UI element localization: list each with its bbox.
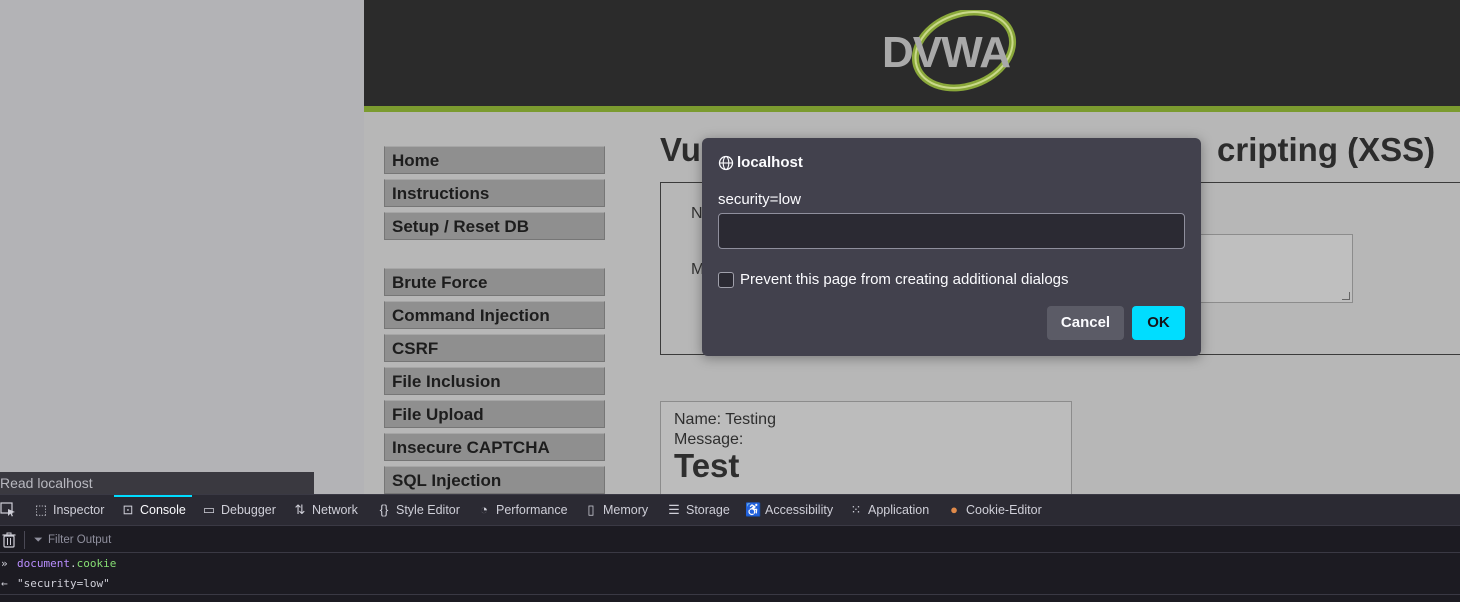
- menu-item-file-upload[interactable]: File Upload: [384, 400, 605, 428]
- style-editor-icon: {}: [379, 502, 389, 517]
- tab-accessibility[interactable]: ♿ Accessibility: [745, 495, 833, 526]
- page-title-start: Vu: [660, 131, 701, 168]
- console-filter-bar: ⏷ Filter Output: [0, 527, 1460, 553]
- tab-console-label: Console: [140, 503, 186, 517]
- tab-debugger-label: Debugger: [221, 503, 276, 517]
- network-icon: ⇅: [294, 502, 306, 517]
- cancel-button[interactable]: Cancel: [1047, 306, 1124, 340]
- debugger-icon: ▭: [202, 502, 216, 517]
- menu-item-instructions[interactable]: Instructions: [384, 179, 605, 207]
- prompt-dialog: localhost security=low Prevent this page…: [702, 138, 1201, 356]
- menu-item-brute-force[interactable]: Brute Force: [384, 268, 605, 296]
- console-input-property: cookie: [76, 557, 117, 570]
- cookie-icon: ●: [950, 502, 958, 517]
- result-arrow-icon: ←: [1, 577, 8, 590]
- menu-item-setup-reset-db[interactable]: Setup / Reset DB: [384, 212, 605, 240]
- console-icon: ⊡: [122, 502, 134, 517]
- left-blank-pane: [0, 0, 364, 494]
- menu-group-vulnerabilities: Brute Force Command Injection CSRF File …: [384, 268, 605, 494]
- menu-group-main: Home Instructions Setup / Reset DB: [384, 146, 605, 245]
- console-input-dot: .: [69, 557, 77, 570]
- tab-application[interactable]: ⁙ Application: [848, 495, 930, 526]
- status-tooltip: Read localhost: [0, 472, 314, 494]
- trash-icon[interactable]: [2, 532, 16, 548]
- dialog-title: localhost: [737, 154, 803, 171]
- accessibility-icon: ♿: [745, 502, 762, 517]
- tab-console[interactable]: ⊡ Console: [114, 495, 192, 526]
- guestbook-message-body: Test: [674, 447, 740, 484]
- guestbook-entry: Name: Testing Message: Test: [660, 401, 1072, 494]
- tab-storage-label: Storage: [686, 503, 730, 517]
- dialog-message: security=low: [718, 191, 801, 208]
- console-output: » document.cookie ← "security=low": [0, 554, 1460, 602]
- prompt-input[interactable]: [718, 213, 1185, 249]
- tab-performance[interactable]: ◔ Performance: [476, 495, 568, 526]
- menu-item-csrf[interactable]: CSRF: [384, 334, 605, 362]
- menu-item-insecure-captcha[interactable]: Insecure CAPTCHA: [384, 433, 605, 461]
- devtools-panel: ⬚ Inspector ⊡ Console ▭ Debugger ⇅ Network {…: [0, 494, 1460, 602]
- tab-accessibility-label: Accessibility: [765, 503, 834, 517]
- devtools-toolbar: ⬚ Inspector ⊡ Console ▭ Debugger ⇅ Network {…: [0, 495, 1460, 526]
- console-separator: [0, 594, 1460, 595]
- tab-style-editor[interactable]: {} Style Editor: [376, 495, 460, 526]
- tab-inspector-label: Inspector: [53, 503, 105, 517]
- resize-grip-icon[interactable]: [1342, 292, 1350, 300]
- ok-button[interactable]: OK: [1132, 306, 1185, 340]
- memory-icon: ▯: [587, 502, 595, 517]
- tab-style-editor-label: Style Editor: [396, 503, 460, 517]
- globe-icon: [718, 155, 734, 171]
- logo-text: DVWA: [882, 28, 1011, 77]
- tab-inspector[interactable]: ⬚ Inspector: [33, 495, 105, 526]
- menu-item-file-inclusion[interactable]: File Inclusion: [384, 367, 605, 395]
- menu-item-home[interactable]: Home: [384, 146, 605, 174]
- page-title-end: cripting (XSS): [1217, 131, 1436, 168]
- storage-icon: ☰: [668, 502, 680, 517]
- guestbook-name: Name: Testing: [674, 411, 776, 428]
- tab-memory-label: Memory: [603, 503, 649, 517]
- prevent-dialogs-label[interactable]: Prevent this page from creating addition…: [740, 271, 1069, 288]
- inspector-icon: ⬚: [34, 502, 48, 517]
- menu-item-command-injection[interactable]: Command Injection: [384, 301, 605, 329]
- name-label: N: [691, 205, 703, 222]
- tab-cookie-editor-label: Cookie-Editor: [966, 503, 1042, 517]
- tab-application-label: Application: [868, 503, 930, 517]
- application-icon: ⁙: [850, 502, 862, 517]
- console-input-object: document: [17, 557, 70, 570]
- filter-separator: [24, 531, 25, 549]
- console-result-line: ← "security=low": [0, 574, 1460, 594]
- tab-cookie-editor[interactable]: ● Cookie-Editor: [946, 495, 1042, 526]
- prevent-dialogs-checkbox[interactable]: [718, 272, 734, 288]
- element-picker-icon[interactable]: [0, 495, 16, 526]
- tab-debugger[interactable]: ▭ Debugger: [201, 495, 276, 526]
- console-input-line: » document.cookie: [0, 554, 1460, 574]
- menu-item-sql-injection[interactable]: SQL Injection: [384, 466, 605, 494]
- tab-memory[interactable]: ▯ Memory: [583, 495, 648, 526]
- tab-storage[interactable]: ☰ Storage: [666, 495, 730, 526]
- site-header: DVWA: [364, 0, 1460, 106]
- page-title: Vu cripting (XSS): [660, 131, 1435, 169]
- filter-output-input[interactable]: Filter Output: [34, 531, 634, 549]
- dvwa-logo[interactable]: DVWA: [880, 8, 1020, 94]
- tab-network[interactable]: ⇅ Network: [292, 495, 358, 526]
- console-result-value: "security=low": [17, 577, 110, 590]
- prompt-chevron-icon: »: [1, 557, 8, 570]
- tab-performance-label: Performance: [496, 503, 568, 517]
- tab-network-label: Network: [312, 503, 358, 517]
- picker-icon: [0, 502, 15, 517]
- performance-icon: ◔: [480, 502, 488, 517]
- screen: DVWA Home Instructions Setup / Reset DB …: [0, 0, 1460, 602]
